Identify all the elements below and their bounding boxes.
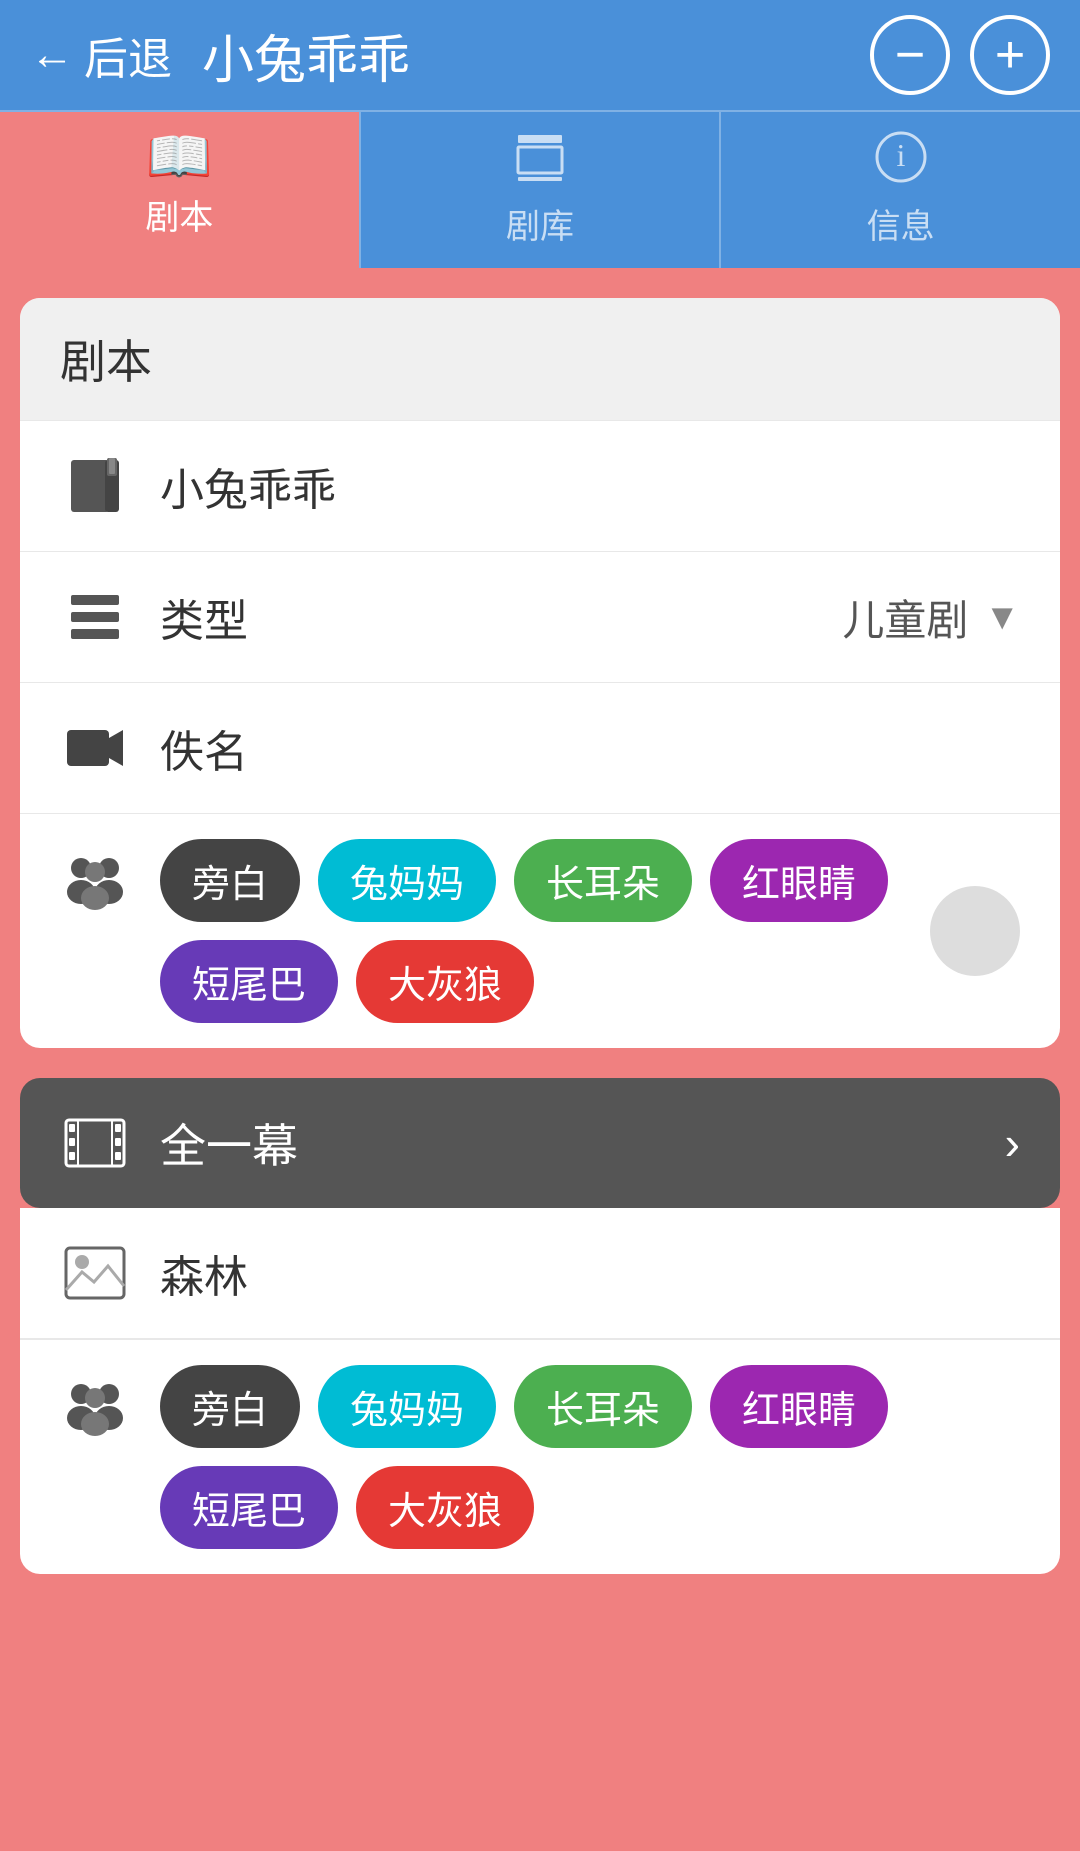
app-header: ← 后退 小兔乖乖 − +: [0, 0, 1080, 110]
type-dropdown[interactable]: 儿童剧 ▼: [842, 587, 1020, 648]
scene-arrow-icon: ›: [1005, 1116, 1020, 1170]
type-label: 类型: [160, 585, 842, 649]
scene-characters-row: 旁白 兔妈妈 长耳朵 红眼睛 短尾巴 大灰狼: [20, 1339, 1060, 1574]
scene-character-tags: 旁白 兔妈妈 长耳朵 红眼睛 短尾巴 大灰狼: [160, 1365, 1020, 1549]
scene-bg-row[interactable]: 森林: [20, 1208, 1060, 1339]
scene-tag-red-eye[interactable]: 红眼睛: [710, 1365, 888, 1448]
script-title-row[interactable]: 小兔乖乖: [20, 420, 1060, 551]
card-header: 剧本: [20, 298, 1060, 420]
scene-header-card: 全一幕 ›: [20, 1078, 1060, 1208]
tab-library[interactable]: 剧库: [361, 112, 720, 268]
tag-narrator[interactable]: 旁白: [160, 839, 300, 922]
people-icon-2: [60, 1375, 130, 1445]
book-icon: [60, 451, 130, 521]
tab-info[interactable]: i 信息: [721, 112, 1080, 268]
decrease-button[interactable]: −: [870, 15, 950, 95]
scene-tag-rabbit-mom[interactable]: 兔妈妈: [318, 1365, 496, 1448]
script-tab-icon: 📖: [146, 130, 213, 184]
scene-tag-big-wolf[interactable]: 大灰狼: [356, 1466, 534, 1549]
info-tab-label: 信息: [867, 199, 935, 248]
film-strip-icon: [60, 1108, 130, 1178]
scene-bg-text: 森林: [160, 1241, 1020, 1305]
scene-all-label: 全一幕: [160, 1110, 1005, 1176]
page-title: 小兔乖乖: [202, 18, 870, 93]
list-icon: [60, 582, 130, 652]
tab-script[interactable]: 📖 剧本: [0, 112, 359, 268]
library-tab-label: 剧库: [506, 199, 574, 248]
scene-info-card: 森林 旁白 兔妈妈 长耳朵: [20, 1208, 1060, 1574]
tag-red-eye[interactable]: 红眼睛: [710, 839, 888, 922]
type-value: 儿童剧: [842, 587, 968, 648]
dropdown-arrow-icon: ▼: [984, 596, 1020, 638]
tag-big-wolf[interactable]: 大灰狼: [356, 940, 534, 1023]
scene-section: 全一幕 › 森林: [20, 1078, 1060, 1574]
script-title-text: 小兔乖乖: [160, 454, 1020, 518]
increase-button[interactable]: +: [970, 15, 1050, 95]
back-label: 后退: [84, 23, 172, 87]
characters-row: 旁白 兔妈妈 长耳朵 红眼睛 短尾巴 大灰狼: [20, 813, 1060, 1048]
tag-long-ear[interactable]: 长耳朵: [514, 839, 692, 922]
back-button[interactable]: ← 后退: [30, 23, 172, 87]
script-card: 剧本 小兔乖乖 类型: [20, 298, 1060, 1048]
tag-short-tail[interactable]: 短尾巴: [160, 940, 338, 1023]
people-icon: [60, 849, 130, 919]
main-content: 剧本 小兔乖乖 类型: [0, 268, 1080, 1604]
director-row[interactable]: 佚名: [20, 682, 1060, 813]
image-icon: [60, 1238, 130, 1308]
library-tab-icon: [513, 130, 567, 193]
back-arrow-icon: ←: [30, 30, 74, 80]
script-tab-label: 剧本: [145, 190, 213, 239]
scene-tag-short-tail[interactable]: 短尾巴: [160, 1466, 338, 1549]
card-header-label: 剧本: [60, 336, 152, 388]
scene-tag-narrator[interactable]: 旁白: [160, 1365, 300, 1448]
scene-tag-long-ear[interactable]: 长耳朵: [514, 1365, 692, 1448]
camera-icon: [60, 713, 130, 783]
add-character-button[interactable]: [930, 886, 1020, 976]
tag-rabbit-mom[interactable]: 兔妈妈: [318, 839, 496, 922]
type-row[interactable]: 类型 儿童剧 ▼: [20, 551, 1060, 682]
director-text: 佚名: [160, 716, 1020, 780]
header-action-buttons: − +: [870, 15, 1050, 95]
info-tab-icon: i: [874, 130, 928, 193]
tab-bar: 📖 剧本 剧库 i 信息: [0, 110, 1080, 268]
svg-text:i: i: [896, 137, 905, 173]
character-tags: 旁白 兔妈妈 长耳朵 红眼睛 短尾巴 大灰狼: [160, 839, 920, 1023]
scene-header-row[interactable]: 全一幕 ›: [20, 1078, 1060, 1208]
